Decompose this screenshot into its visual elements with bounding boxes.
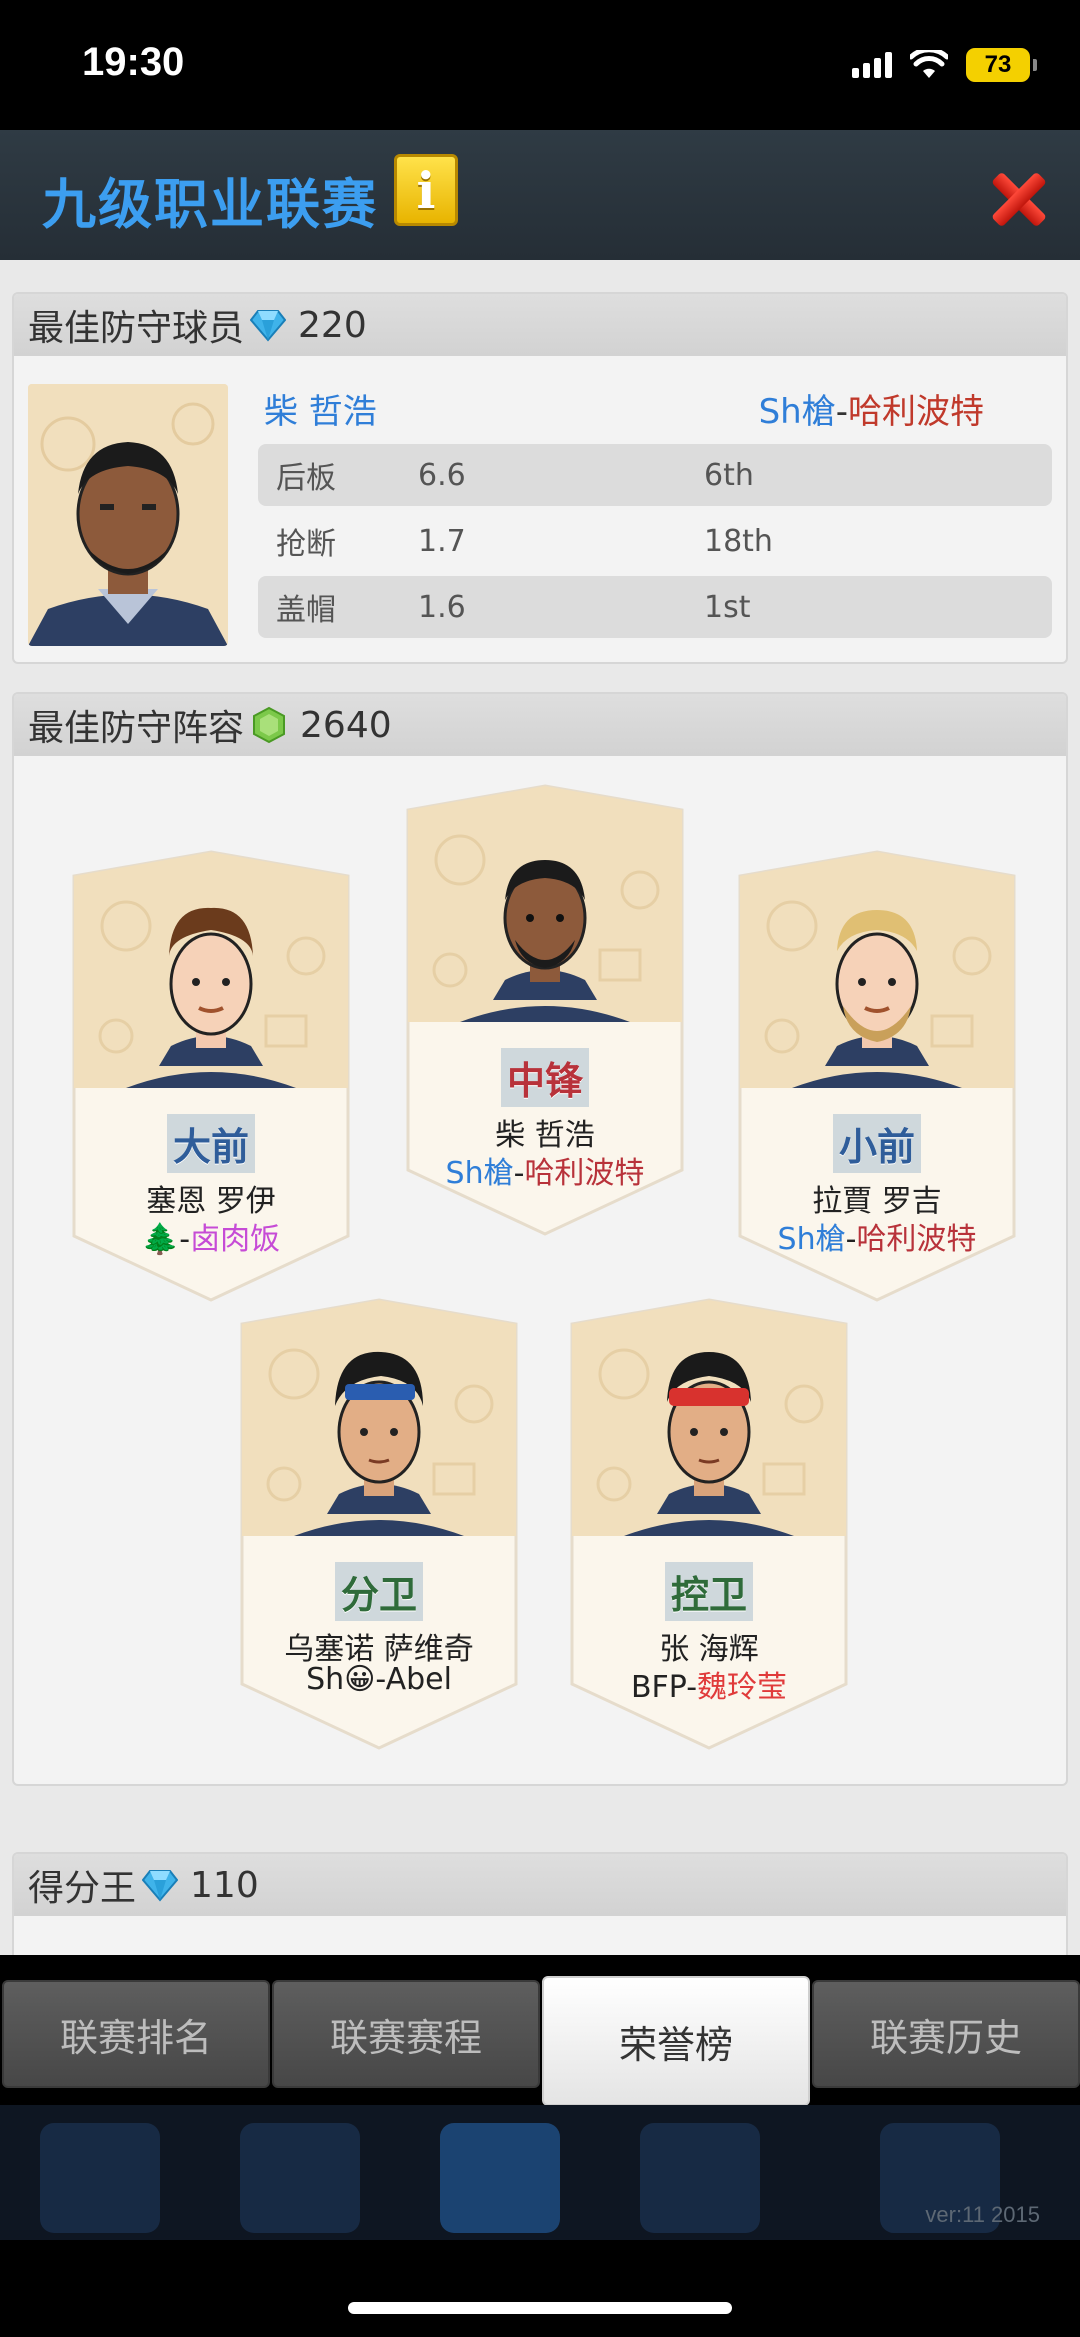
player-name: 柴 哲浩: [264, 392, 377, 432]
stat-value: 6.6: [418, 457, 466, 493]
lineup-card[interactable]: 大前 塞恩 罗伊 🌲-卤肉饭: [66, 846, 356, 1306]
team-separator: -: [375, 1662, 386, 1697]
lineup-card[interactable]: 中锋 柴 哲浩 Sh槍-哈利波特: [400, 780, 690, 1240]
team-separator: -: [686, 1670, 698, 1705]
team-name: 哈利波特: [524, 1156, 645, 1191]
best-lineup-panel: 最佳防守阵容 2640 大前 塞恩 罗伊 🌲-卤肉饭 中锋 柴 哲浩 Sh槍-哈…: [12, 692, 1068, 1786]
version-label: ver:11 2015: [925, 2202, 1040, 2227]
stat-row: 抢断 1.7 18th: [258, 510, 1052, 572]
stat-row: 盖帽 1.6 1st: [258, 576, 1052, 638]
position-label: 小前: [832, 1114, 921, 1173]
team-separator: -: [513, 1156, 525, 1191]
team-prefix: BFP: [630, 1670, 687, 1705]
top-scorer-panel: 得分王 110: [12, 1852, 1068, 1955]
panel-title: 最佳防守阵容: [28, 708, 245, 749]
panel-header: 最佳防守球员 220: [14, 294, 1066, 356]
team-name: 魏玲莹: [697, 1670, 788, 1705]
tab-league-schedule[interactable]: 联赛赛程: [272, 1980, 540, 2088]
bottom-nav-background: [0, 2105, 1080, 2240]
diamond-icon: [250, 310, 287, 342]
reward-amount: 220: [298, 304, 367, 346]
player-portrait: [491, 858, 599, 1000]
stat-rank: 1st: [704, 589, 751, 625]
hex-badge-icon: [253, 706, 286, 744]
lineup-card[interactable]: 小前 拉賈 罗吉 Sh槍-哈利波特: [732, 846, 1022, 1306]
tab-league-history[interactable]: 联赛历史: [812, 1980, 1080, 2088]
status-icons: 73: [852, 48, 1037, 82]
team-separator: -: [835, 392, 848, 432]
panel-title: 得分王: [28, 1868, 137, 1909]
stat-label: 盖帽: [276, 593, 336, 628]
team-separator: -: [845, 1222, 857, 1257]
tab-league-ranking[interactable]: 联赛排名: [2, 1980, 270, 2088]
stat-label: 后板: [276, 461, 336, 496]
info-button[interactable]: i: [394, 154, 458, 226]
player-portrait: [157, 907, 265, 1066]
stat-rank: 6th: [704, 457, 754, 493]
reward-amount: 2640: [300, 704, 392, 746]
position-label: 控卫: [664, 1562, 753, 1621]
player-team: BFP-魏玲莹: [564, 1662, 854, 1706]
stat-table: 后板 6.6 6th 抢断 1.7 18th 盖帽 1.6 1st: [258, 444, 1052, 642]
position-label: 大前: [166, 1114, 255, 1173]
battery-indicator: 73: [966, 48, 1037, 82]
player-team: Sh😀-Abel: [234, 1662, 524, 1697]
player-portrait: [325, 1351, 433, 1514]
status-bar: 19:30 73: [0, 0, 1080, 130]
position-label: 中锋: [500, 1048, 589, 1107]
team-prefix: Sh槍: [758, 392, 836, 432]
honor-roll-content[interactable]: 最佳防守球员 220 柴 哲浩 Sh槍-哈利波特 后板 6.6 6th 抢断 1…: [0, 260, 1080, 1955]
team-prefix: Sh😀: [306, 1662, 376, 1697]
panel-header: 最佳防守阵容 2640: [14, 694, 1066, 756]
team-name: 哈利波特: [848, 392, 984, 432]
panel-title: 最佳防守球员: [28, 308, 245, 349]
wifi-icon: [910, 50, 948, 78]
team-prefix: Sh槍: [777, 1222, 846, 1257]
best-defender-panel: 最佳防守球员 220 柴 哲浩 Sh槍-哈利波特 后板 6.6 6th 抢断 1…: [12, 292, 1068, 664]
player-team: Sh槍-哈利波特: [732, 1214, 1022, 1258]
stat-value: 1.7: [418, 523, 466, 559]
team-separator: -: [179, 1222, 191, 1257]
stat-row: 后板 6.6 6th: [258, 444, 1052, 506]
reward-amount: 110: [190, 1864, 259, 1906]
player-portrait: [823, 910, 931, 1066]
lineup-card[interactable]: 控卫 张 海辉 BFP-魏玲莹: [564, 1294, 854, 1754]
home-indicator[interactable]: [348, 2302, 732, 2314]
stat-value: 1.6: [418, 589, 466, 625]
player-team: Sh槍-哈利波特: [759, 384, 984, 433]
tab-bar: 联赛排名 联赛赛程 荣誉榜 联赛历史: [0, 1960, 1080, 2110]
player-portrait: [655, 1352, 763, 1514]
player-team: Sh槍-哈利波特: [400, 1148, 690, 1192]
player-avatar: [28, 384, 228, 646]
team-name: Abel: [385, 1662, 452, 1697]
cellular-signal-icon: [852, 52, 892, 78]
team-name: 卤肉饭: [190, 1222, 281, 1257]
team-prefix: Sh槍: [445, 1156, 514, 1191]
header-bar: 九级职业联赛 i: [0, 130, 1080, 260]
team-name: 哈利波特: [856, 1222, 977, 1257]
lineup-card[interactable]: 分卫 乌塞诺 萨维奇 Sh😀-Abel: [234, 1294, 524, 1754]
tab-honor-roll[interactable]: 荣誉榜: [542, 1976, 810, 2106]
diamond-icon: [142, 1870, 179, 1902]
team-prefix: 🌲: [141, 1222, 180, 1257]
panel-header: 得分王 110: [14, 1854, 1066, 1916]
close-button[interactable]: [985, 165, 1055, 235]
stat-rank: 18th: [704, 523, 773, 559]
status-time: 19:30: [82, 40, 185, 84]
stat-label: 抢断: [276, 527, 336, 562]
player-team: 🌲-卤肉饭: [66, 1214, 356, 1258]
position-label: 分卫: [334, 1562, 423, 1621]
page-title: 九级职业联赛: [42, 173, 378, 236]
